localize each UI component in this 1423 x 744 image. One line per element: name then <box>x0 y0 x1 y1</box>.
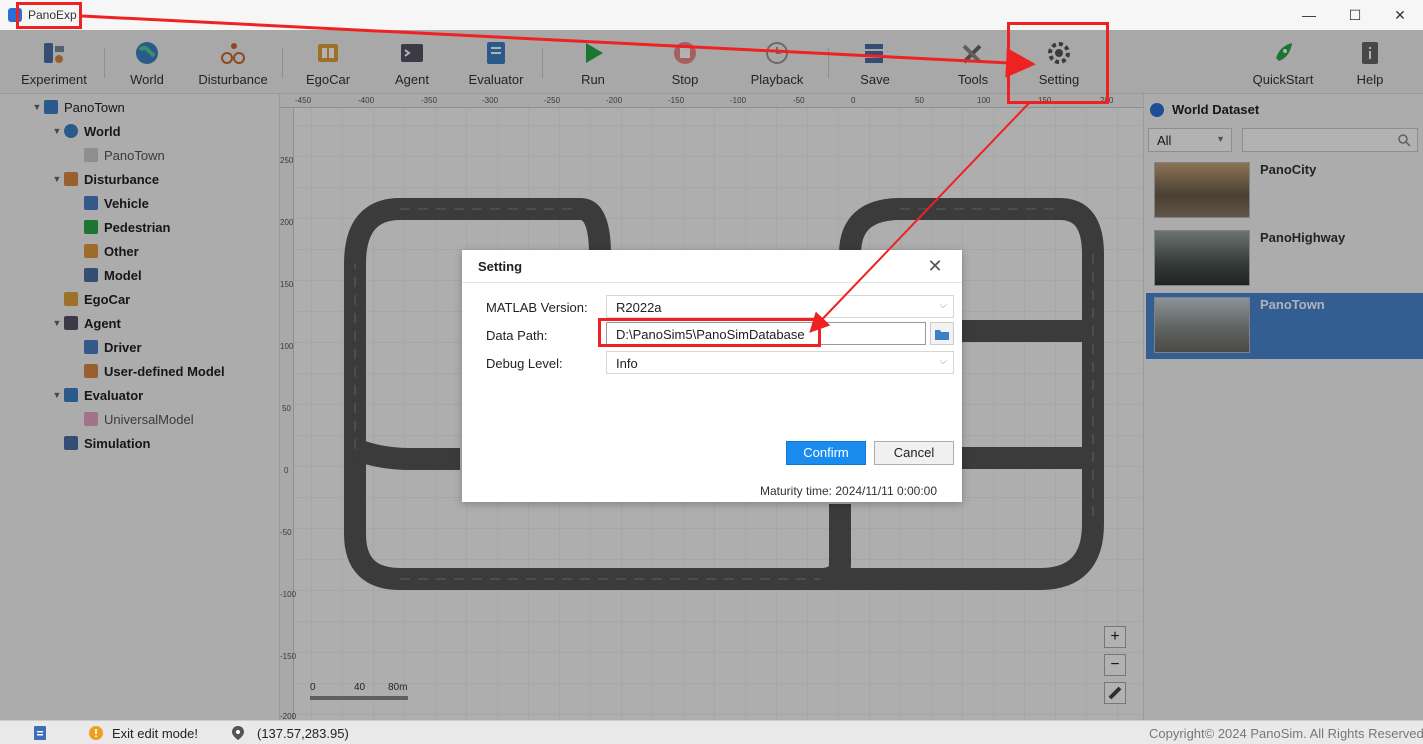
minimize-button[interactable]: — <box>1286 0 1332 30</box>
dialog-close-button[interactable]: ✕ <box>924 255 946 277</box>
title-bar: PanoExp — ☐ ✕ <box>0 0 1423 30</box>
document-icon <box>34 726 46 740</box>
close-window-button[interactable]: ✕ <box>1377 0 1423 30</box>
warning-icon <box>89 726 103 740</box>
data-path-label: Data Path: <box>486 328 548 343</box>
status-bar: Exit edit mode! (137.57,283.95) Copyrigh… <box>0 720 1423 744</box>
location-pin-icon <box>232 726 244 740</box>
chevron-down-icon: ⌵ <box>939 300 947 311</box>
status-message: Exit edit mode! <box>112 726 198 741</box>
setting-dialog: Setting ✕ MATLAB Version: R2022a ⌵ Data … <box>462 250 962 502</box>
browse-folder-button[interactable] <box>930 322 954 345</box>
annotation-box-data-path <box>598 318 821 347</box>
debug-level-select[interactable]: Info ⌵ <box>606 351 954 374</box>
confirm-button[interactable]: Confirm <box>786 441 866 465</box>
annotation-box-setting <box>1007 22 1109 104</box>
folder-icon <box>935 329 949 340</box>
matlab-version-label: MATLAB Version: <box>486 300 588 315</box>
cancel-button[interactable]: Cancel <box>874 441 954 465</box>
maturity-time: Maturity time: 2024/11/11 0:00:00 <box>760 484 937 498</box>
chevron-down-icon: ⌵ <box>939 356 947 367</box>
cursor-coordinates: (137.57,283.95) <box>257 726 349 741</box>
divider <box>462 282 962 283</box>
dialog-title: Setting <box>478 259 523 274</box>
maximize-button[interactable]: ☐ <box>1332 0 1378 30</box>
copyright-text: Copyright© 2024 PanoSim. All Rights Rese… <box>1149 726 1423 741</box>
debug-level-label: Debug Level: <box>486 356 563 371</box>
annotation-box-app-title <box>16 2 82 29</box>
matlab-version-select[interactable]: R2022a ⌵ <box>606 295 954 318</box>
